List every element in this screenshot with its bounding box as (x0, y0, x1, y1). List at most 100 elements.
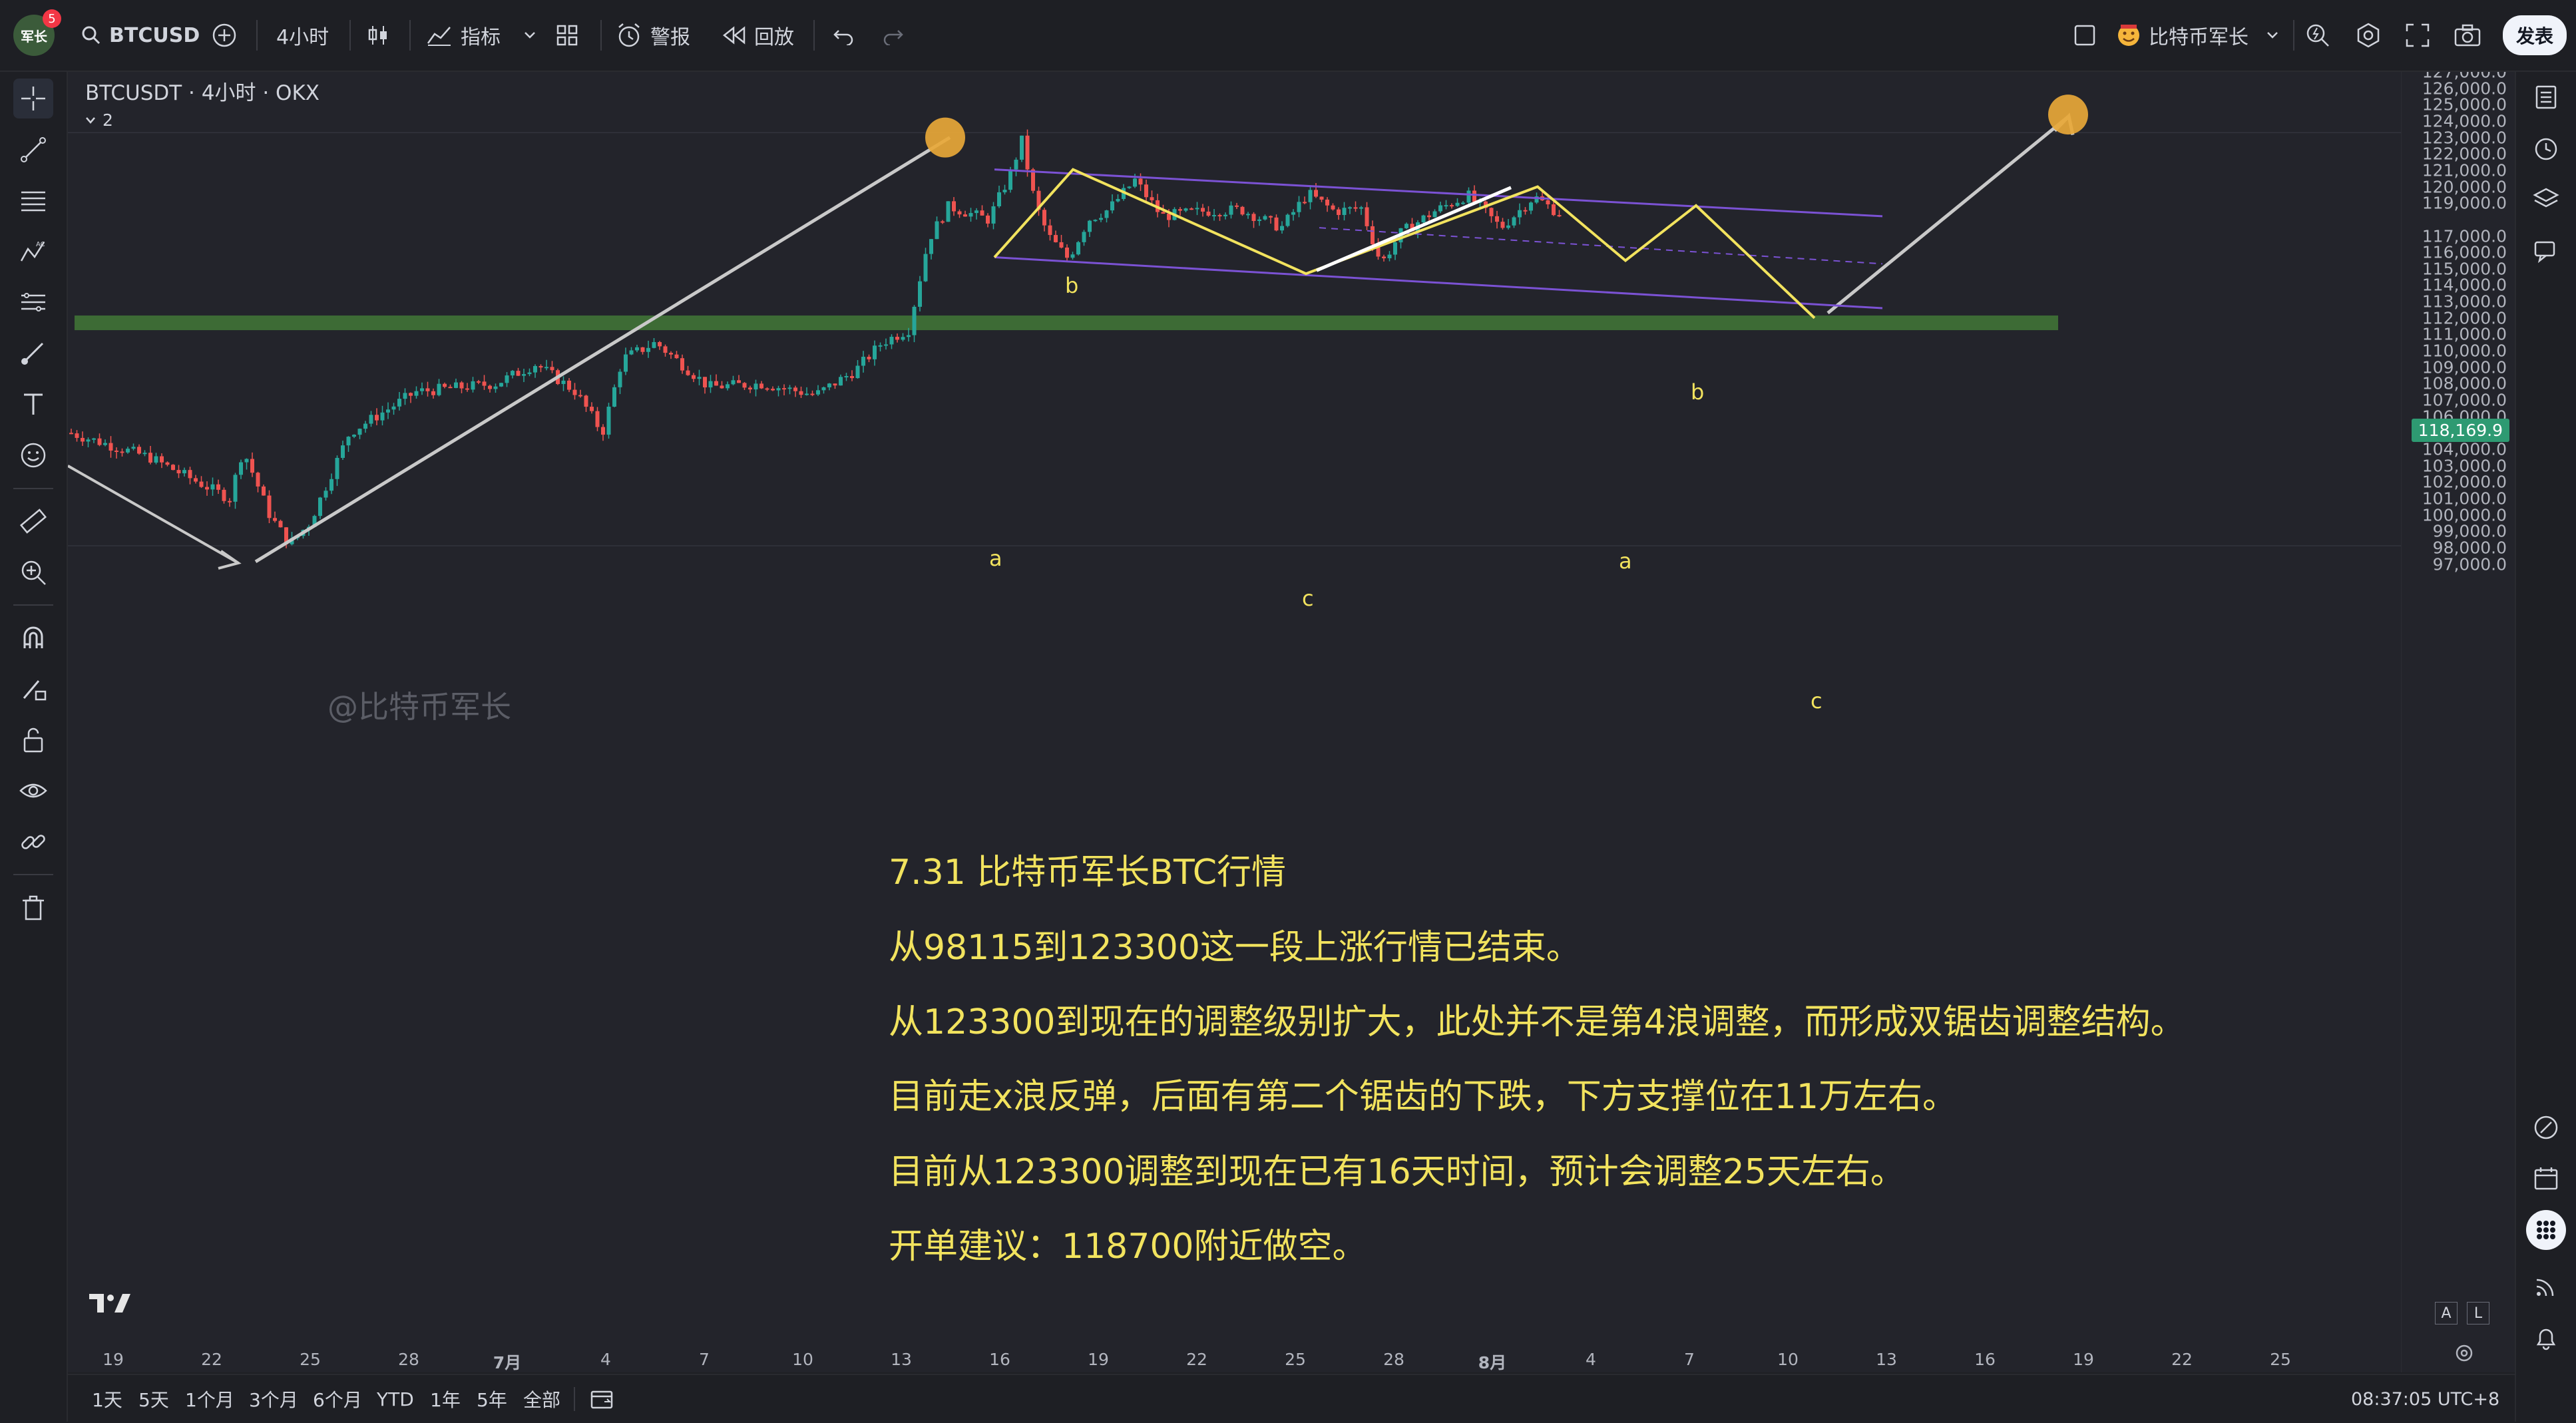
object-tree-button[interactable] (2526, 180, 2566, 220)
candle-body (1506, 225, 1510, 228)
streams-button[interactable] (2526, 1267, 2566, 1307)
snapshot-button[interactable] (2454, 0, 2481, 71)
notifications-button[interactable] (2526, 1318, 2566, 1358)
sync-drawings-tool[interactable] (13, 822, 53, 862)
quick-search-button[interactable] (2304, 0, 2331, 71)
impulse-arrow[interactable] (254, 136, 951, 564)
range-5d[interactable]: 5天 (138, 1375, 169, 1423)
channel-lower-line[interactable] (994, 256, 1883, 309)
range-3m[interactable]: 3个月 (249, 1375, 298, 1423)
magnet-tool[interactable] (13, 618, 53, 658)
publish-button[interactable]: 发表 (2503, 0, 2567, 71)
compare-button[interactable] (212, 0, 237, 71)
candle-body (69, 433, 73, 435)
interval-selector[interactable]: 4小时 (276, 0, 329, 71)
candle-body (1127, 186, 1132, 188)
candle-body (726, 384, 730, 389)
pattern-tool[interactable]: AC (13, 232, 53, 272)
trendline-tool[interactable] (13, 130, 53, 170)
candle-body (714, 381, 718, 386)
undo-icon (832, 25, 855, 45)
camera-icon (2454, 23, 2481, 47)
range-all[interactable]: 全部 (523, 1375, 560, 1423)
candle-body (397, 399, 401, 407)
analysis-line-2: 从123300到现在的调整级别扩大，此处并不是第4浪调整，而形成双锯齿调整结构。 (889, 1002, 2185, 1042)
visibility-tool[interactable] (13, 771, 53, 811)
calendar-button[interactable] (2526, 1158, 2566, 1198)
notification-badge: 5 (43, 9, 61, 28)
stay-drawing-tool[interactable] (13, 669, 53, 709)
apps-button[interactable] (2526, 1210, 2566, 1250)
candle-body (228, 501, 232, 503)
candle-body (737, 380, 741, 383)
scale-auto-button[interactable]: A (2435, 1302, 2458, 1324)
candle-body (1331, 205, 1335, 210)
candle-body (165, 462, 170, 465)
clock-display[interactable]: 08:37:05 UTC+8 (2351, 1375, 2499, 1423)
candle-body (1291, 212, 1295, 215)
chart-type-button[interactable] (366, 0, 390, 71)
candle-body (901, 337, 905, 340)
undo-button[interactable] (832, 0, 855, 71)
candle-body (1257, 219, 1261, 221)
candle-body (493, 386, 498, 389)
candle-body (437, 383, 441, 395)
fib-tool[interactable] (13, 180, 53, 220)
go-to-date-button[interactable] (590, 1375, 615, 1423)
candle-body (516, 371, 521, 376)
range-1y[interactable]: 1年 (430, 1375, 461, 1423)
candle-body (1070, 254, 1075, 258)
candle-body (465, 388, 469, 390)
range-6m[interactable]: 6个月 (313, 1375, 362, 1423)
remove-drawings-tool[interactable] (13, 888, 53, 928)
watchlist-button[interactable] (2526, 77, 2566, 117)
redo-button[interactable] (882, 0, 905, 71)
support-zone[interactable] (75, 315, 2058, 331)
user-avatar[interactable]: 军长 5 (13, 0, 61, 71)
time-tick: 25 (2270, 1350, 2291, 1369)
forecast-tool[interactable] (13, 282, 53, 322)
chats-button[interactable] (2526, 232, 2566, 272)
top-marker[interactable] (925, 117, 965, 158)
candle-body (1455, 202, 1460, 206)
range-5y[interactable]: 5年 (477, 1375, 507, 1423)
crosshair-tool[interactable] (13, 79, 53, 118)
range-ytd[interactable]: YTD (377, 1375, 414, 1423)
bottom-toolbar: 1天 5天 1个月 3个月 6个月 YTD 1年 5年 全部 08:37:05 … (68, 1374, 2515, 1423)
account-menu[interactable]: 比特币军长 (2117, 0, 2279, 71)
legend-collapse-toggle[interactable]: 2 (85, 110, 113, 130)
fullscreen-toggle[interactable] (2073, 0, 2096, 71)
measure-tool[interactable] (13, 501, 53, 541)
settings-button[interactable] (2355, 0, 2382, 71)
tradingview-logo[interactable] (88, 1291, 132, 1318)
candle-body (692, 375, 696, 379)
price-scale[interactable]: 127,000.0 126,000.0 125,000.0 124,000.0 123,… (2401, 72, 2515, 1372)
time-axis-settings[interactable] (2454, 1343, 2474, 1366)
range-1d[interactable]: 1天 (92, 1375, 122, 1423)
emoji-tool[interactable] (13, 435, 53, 475)
layout-button[interactable] (556, 0, 578, 71)
candle-body (1217, 215, 1222, 217)
target-marker[interactable] (2048, 95, 2088, 135)
lock-tool[interactable] (13, 719, 53, 759)
alert-button[interactable]: 警报 (616, 0, 690, 71)
alerts-panel-button[interactable] (2526, 128, 2566, 168)
symbol-search[interactable]: BTCUSD (81, 0, 200, 71)
candle-body (810, 393, 815, 395)
brush-tool[interactable] (13, 333, 53, 373)
indicators-button[interactable]: 指标 (426, 0, 537, 71)
candle-body (1201, 208, 1205, 212)
text-tool[interactable] (13, 384, 53, 424)
replay-button[interactable]: 回放 (722, 0, 794, 71)
ideas-button[interactable] (2526, 1108, 2566, 1147)
candle-body (980, 210, 984, 216)
chart-pane[interactable]: BTCUSDT · 4小时 · OKX 2 @比特币军长 a b c a b c… (68, 72, 2515, 1372)
interval-label: 4小时 (276, 26, 329, 49)
expand-button[interactable] (2405, 0, 2430, 71)
zoom-tool[interactable] (13, 552, 53, 592)
layers-icon (2533, 186, 2559, 213)
time-tick: 10 (792, 1350, 813, 1369)
range-1m[interactable]: 1个月 (185, 1375, 234, 1423)
scale-log-button[interactable]: L (2467, 1302, 2489, 1324)
candle-body (1438, 205, 1442, 212)
